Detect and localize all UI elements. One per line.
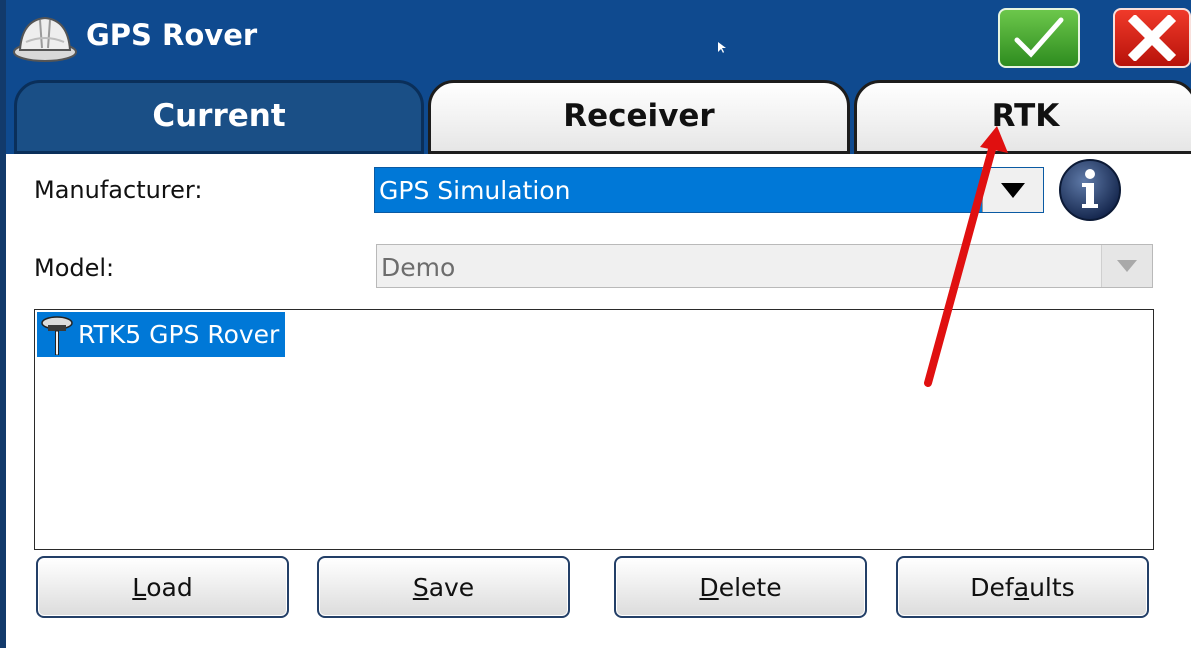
hard-hat-icon [13, 16, 77, 62]
manufacturer-label: Manufacturer: [34, 176, 203, 204]
model-dropdown-arrow [1101, 245, 1152, 287]
manufacturer-dropdown-arrow[interactable] [982, 168, 1043, 212]
mouse-cursor-icon [718, 42, 726, 53]
defaults-button[interactable]: Def a ults [896, 556, 1149, 618]
checkmark-icon [1014, 17, 1064, 58]
chevron-down-icon [1117, 260, 1137, 272]
model-label: Model: [34, 254, 115, 282]
ok-button[interactable] [998, 8, 1080, 68]
close-button[interactable] [1113, 8, 1191, 68]
model-value: Demo [381, 253, 456, 282]
delete-button[interactable]: Delete [614, 556, 867, 618]
tab-strip: Current Receiver RTK [6, 74, 1191, 154]
tab-receiver[interactable]: Receiver [428, 80, 850, 154]
list-item-label: RTK5 GPS Rover [78, 320, 280, 349]
load-button[interactable]: Load [36, 556, 289, 618]
title-bar: GPS Rover [6, 0, 1191, 74]
save-button[interactable]: Save [317, 556, 570, 618]
profile-list[interactable]: RTK5 GPS Rover [34, 309, 1154, 550]
close-x-icon [1127, 15, 1177, 61]
tab-current[interactable]: Current [14, 80, 424, 154]
gps-rover-dialog: GPS Rover Current Receiver RTK Manufactu… [0, 0, 1191, 648]
chevron-down-icon [1001, 183, 1025, 198]
info-icon[interactable] [1058, 158, 1122, 222]
window-title: GPS Rover [86, 18, 258, 52]
tab-rtk[interactable]: RTK [854, 80, 1191, 154]
manufacturer-value: GPS Simulation [379, 176, 571, 205]
model-select: Demo [376, 244, 1153, 288]
manufacturer-select[interactable]: GPS Simulation [374, 167, 1044, 213]
gps-rover-icon [41, 315, 73, 355]
list-item[interactable]: RTK5 GPS Rover [37, 312, 286, 357]
